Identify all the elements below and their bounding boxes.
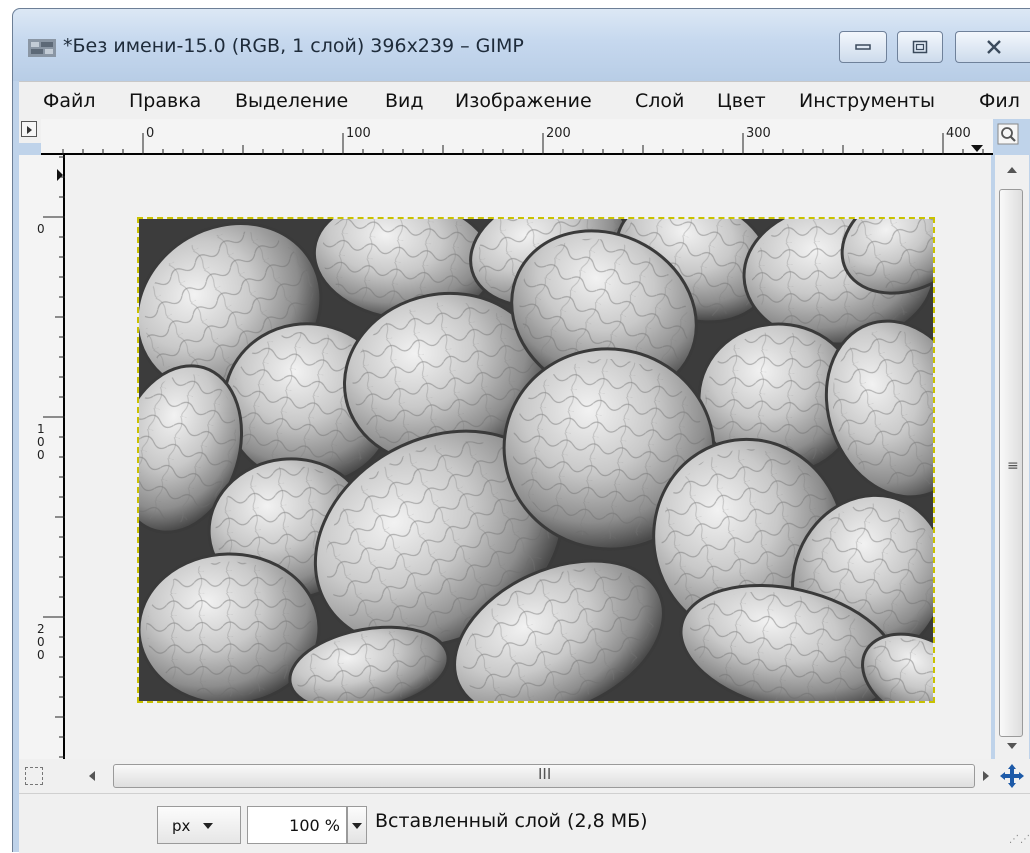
menu-image[interactable]: Изображение (455, 90, 592, 112)
menu-layer[interactable]: Слой (635, 90, 684, 112)
gimp-image-window: *Без имени-15.0 (RGB, 1 слой) 396x239 – … (12, 8, 1030, 853)
title-bar[interactable]: *Без имени-15.0 (RGB, 1 слой) 396x239 – … (13, 9, 1030, 81)
vertical-scroll-thumb[interactable]: ≡ (999, 189, 1023, 737)
vruler-label: 0 (37, 648, 45, 662)
scroll-left-icon[interactable] (87, 770, 97, 782)
status-bar: px 100 % Вставленный слой (2,8 МБ) ⋰⋰ (19, 793, 1030, 853)
image-layer-walnuts[interactable] (137, 217, 935, 703)
horizontal-scroll-grip: III (538, 765, 552, 783)
zoom-toggle-button[interactable] (997, 123, 1019, 145)
horizontal-scrollbar[interactable]: III (19, 759, 1030, 793)
horizontal-scroll-thumb[interactable]: III (113, 764, 975, 788)
minimize-button[interactable] (839, 31, 887, 63)
vertical-ruler[interactable]: 0100200 (19, 155, 65, 759)
horizontal-ruler[interactable]: 0 100 200 300 400 (41, 119, 993, 155)
navigate-move-icon[interactable] (999, 763, 1025, 789)
minimize-icon (855, 44, 871, 50)
scroll-down-icon[interactable] (1005, 741, 1019, 751)
vruler-pointer-icon (57, 169, 63, 181)
gimp-image-icon (28, 39, 56, 57)
vertical-scrollbar[interactable]: ≡ (995, 155, 1029, 759)
hruler-label: 400 (946, 126, 971, 141)
hruler-pointer-icon (971, 145, 983, 152)
close-button[interactable] (955, 31, 1030, 63)
menu-arrow-icon (21, 121, 37, 137)
vruler-label: 0 (37, 435, 45, 449)
resize-grip-icon[interactable]: ⋰⋰ (1009, 834, 1030, 845)
chevron-down-icon (352, 823, 362, 829)
vruler-label: 0 (37, 222, 45, 236)
menu-toggle-button[interactable] (19, 119, 41, 143)
maximize-icon (912, 40, 928, 54)
hruler-label: 0 (146, 126, 154, 141)
menu-view[interactable]: Вид (385, 90, 424, 112)
quick-mask-icon[interactable] (25, 767, 43, 785)
layer-status-text: Вставленный слой (2,8 МБ) (375, 810, 648, 832)
vruler-label: 1 (37, 422, 45, 436)
unit-select[interactable]: px (157, 806, 241, 844)
menu-tools[interactable]: Инструменты (799, 90, 935, 112)
vruler-label: 0 (37, 448, 45, 462)
vruler-label: 0 (37, 635, 45, 649)
vruler-label: 2 (37, 622, 45, 636)
window-title: *Без имени-15.0 (RGB, 1 слой) 396x239 – … (63, 35, 524, 57)
menu-select[interactable]: Выделение (235, 90, 348, 112)
chevron-down-icon (203, 823, 213, 829)
canvas-area[interactable] (65, 155, 991, 759)
menu-colors[interactable]: Цвет (717, 90, 766, 112)
zoom-dropdown-button[interactable] (347, 806, 367, 844)
hruler-label: 200 (546, 126, 571, 141)
maximize-button[interactable] (897, 31, 943, 63)
scroll-up-icon[interactable] (1005, 165, 1019, 175)
zoom-input[interactable]: 100 % (247, 806, 347, 844)
unit-value: px (172, 817, 191, 835)
zoom-magnifier-icon (997, 123, 1019, 145)
zoom-value: 100 % (289, 816, 340, 835)
walnuts-image (139, 219, 933, 701)
close-icon (986, 40, 1001, 54)
vertical-scroll-grip: ≡ (1007, 458, 1019, 474)
menu-edit[interactable]: Правка (129, 90, 201, 112)
hruler-label: 100 (346, 126, 371, 141)
hruler-label: 300 (746, 126, 771, 141)
scroll-right-icon[interactable] (981, 770, 991, 782)
menu-bar: Файл Правка Выделение Вид Изображение Сл… (19, 81, 1030, 119)
menu-filters[interactable]: Фил (979, 90, 1020, 112)
menu-file[interactable]: Файл (43, 90, 96, 112)
